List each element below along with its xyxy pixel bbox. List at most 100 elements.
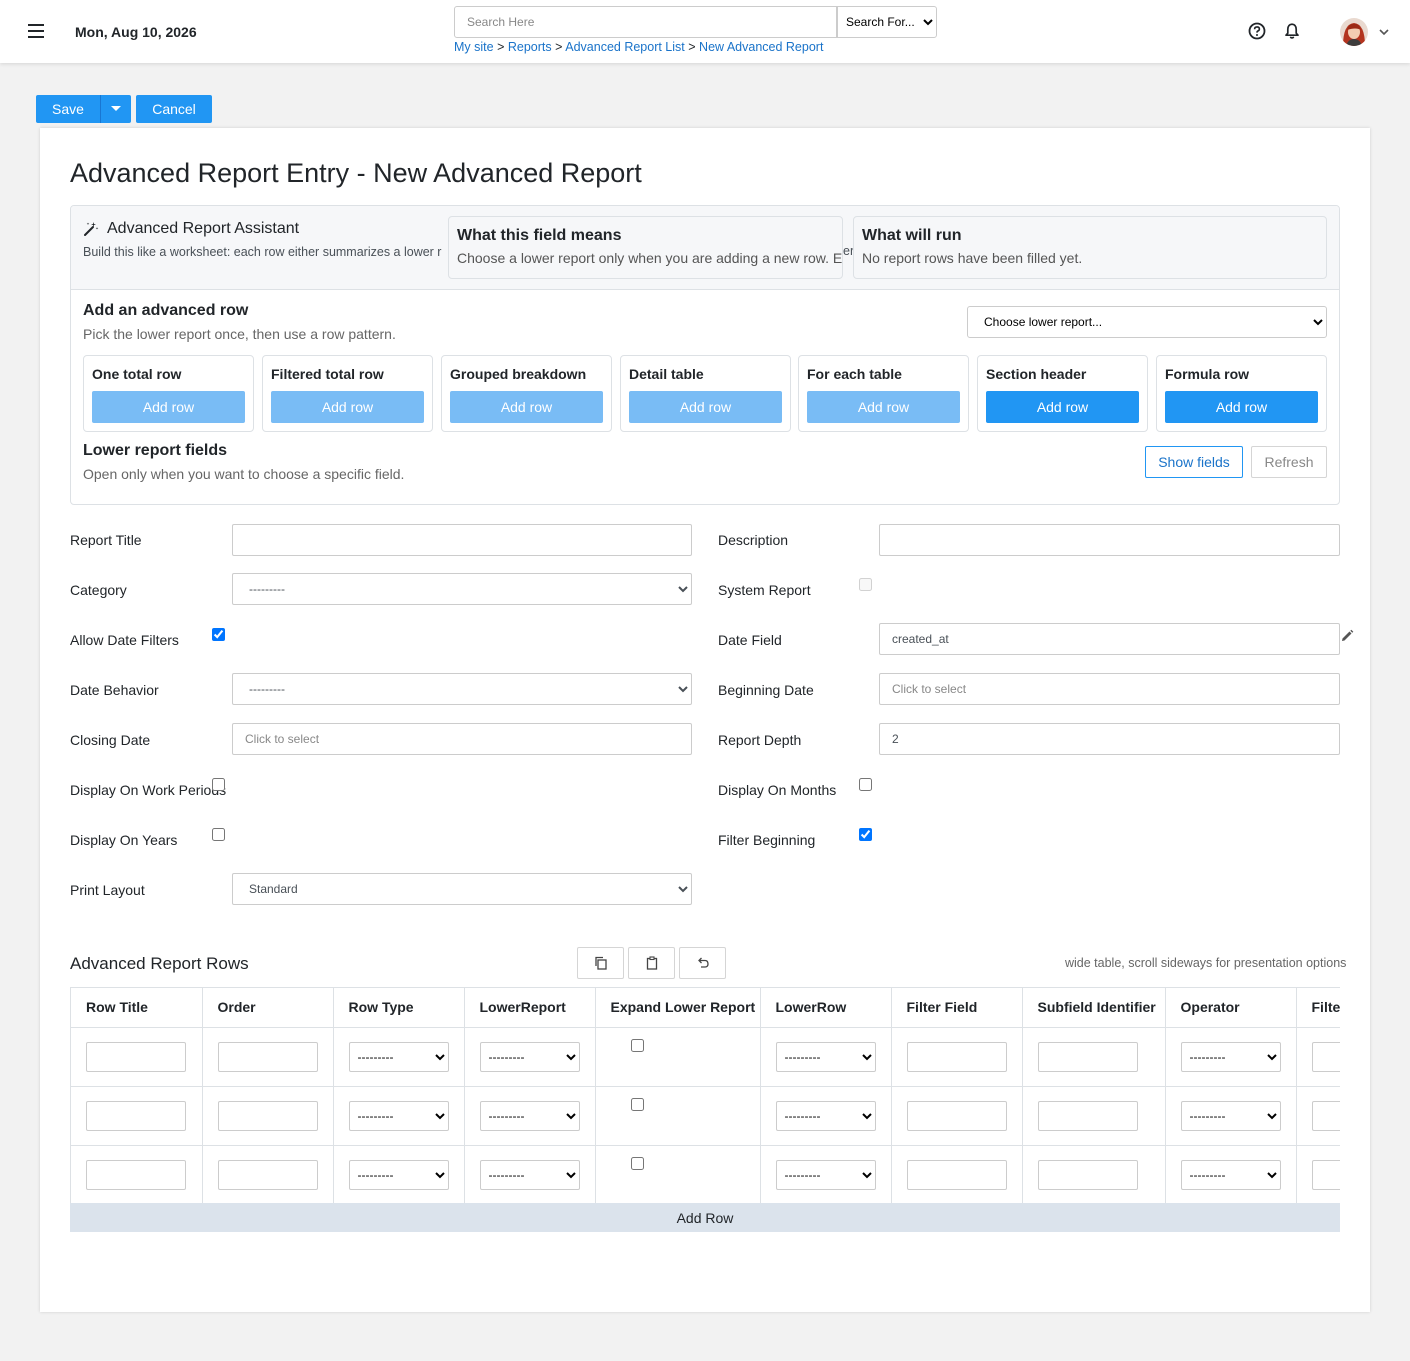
beginning-date-label: Beginning Date (718, 682, 814, 698)
order-input[interactable] (217, 1041, 318, 1072)
clipboard-icon (646, 956, 657, 970)
operator-select[interactable]: --------- (1180, 1041, 1281, 1072)
pattern-for-each-table: For each table Add row (798, 355, 969, 432)
lower-report-select[interactable]: --------- (479, 1100, 580, 1131)
paste-button[interactable] (628, 947, 675, 979)
save-button[interactable]: Save (36, 95, 100, 123)
order-input[interactable] (217, 1100, 318, 1131)
row-type-select[interactable]: --------- (348, 1100, 449, 1131)
report-title-input[interactable] (232, 524, 692, 556)
pattern-detail-table: Detail table Add row (620, 355, 791, 432)
rows-table-scroll[interactable]: Row Title Order Row Type LowerReport Exp… (70, 987, 1340, 1204)
expand-lower-report-checkbox[interactable] (630, 1038, 644, 1052)
column-header-operator: Operator (1165, 988, 1297, 1028)
breadcrumb-advanced-report-list[interactable]: Advanced Report List (565, 40, 685, 54)
print-layout-select[interactable]: Standard (232, 873, 692, 905)
row-title-input[interactable] (86, 1100, 186, 1131)
subfield-identifier-input[interactable] (1037, 1100, 1138, 1131)
filter-input[interactable] (1311, 1159, 1340, 1190)
breadcrumb-new-advanced-report[interactable]: New Advanced Report (699, 40, 823, 54)
save-options-button[interactable] (100, 95, 131, 123)
breadcrumb: My site > Reports > Advanced Report List… (454, 40, 824, 54)
add-row-button[interactable]: Add Row (70, 1203, 1340, 1232)
display-months-checkbox[interactable] (859, 778, 872, 791)
avatar[interactable] (1340, 18, 1368, 46)
description-label: Description (718, 532, 789, 548)
lower-report-select[interactable]: --------- (479, 1041, 580, 1072)
pattern-filtered-total-row: Filtered total row Add row (262, 355, 433, 432)
column-header-lower-report: LowerReport (464, 988, 596, 1028)
copy-button[interactable] (577, 947, 624, 979)
allow-date-filters-checkbox[interactable] (212, 628, 225, 641)
closing-date-input[interactable] (232, 723, 692, 755)
order-input[interactable] (217, 1159, 318, 1190)
filter-field-input[interactable] (906, 1159, 1007, 1190)
pencil-icon[interactable] (1340, 629, 1354, 643)
filter-field-input[interactable] (906, 1100, 1007, 1131)
table-row: --------- --------- --------- --------- (71, 1027, 1340, 1087)
breadcrumb-reports[interactable]: Reports (508, 40, 552, 54)
show-fields-button[interactable]: Show fields (1145, 446, 1243, 478)
report-depth-input[interactable] (879, 723, 1340, 755)
filter-input[interactable] (1311, 1041, 1340, 1072)
subfield-identifier-input[interactable] (1037, 1159, 1138, 1190)
breadcrumb-my-site[interactable]: My site (454, 40, 494, 54)
add-advanced-row-description: Pick the lower report once, then use a r… (83, 326, 396, 342)
undo-button[interactable] (679, 947, 726, 979)
advanced-report-rows-table: Row Title Order Row Type LowerReport Exp… (71, 988, 1340, 1204)
field-meaning-text: Choose a lower report only when you are … (457, 250, 843, 266)
filter-field-input[interactable] (906, 1041, 1007, 1072)
add-detail-table-button[interactable]: Add row (629, 391, 782, 423)
date-field-input[interactable] (879, 623, 1340, 655)
row-type-select[interactable]: --------- (348, 1159, 449, 1190)
lower-report-select[interactable]: --------- (479, 1159, 580, 1190)
category-select[interactable]: --------- (232, 573, 692, 605)
search-input[interactable] (454, 6, 837, 38)
beginning-date-input[interactable] (879, 673, 1340, 705)
operator-select[interactable]: --------- (1180, 1100, 1281, 1131)
field-meaning-title: What this field means (457, 227, 622, 244)
subfield-identifier-input[interactable] (1037, 1041, 1138, 1072)
rows-table-hint: wide table, scroll sideways for presenta… (1065, 956, 1347, 970)
pattern-title: One total row (92, 366, 182, 382)
row-title-input[interactable] (86, 1041, 186, 1072)
lower-row-select[interactable]: --------- (775, 1100, 876, 1131)
filter-beginning-checkbox[interactable] (859, 828, 872, 841)
add-one-total-row-button[interactable]: Add row (92, 391, 245, 423)
cancel-button[interactable]: Cancel (136, 95, 212, 123)
add-filtered-total-row-button[interactable]: Add row (271, 391, 424, 423)
chevron-down-icon[interactable] (1378, 27, 1390, 37)
row-title-input[interactable] (86, 1159, 186, 1190)
report-title-label: Report Title (70, 532, 142, 548)
lower-row-select[interactable]: --------- (775, 1041, 876, 1072)
what-will-run-title: What will run (862, 227, 962, 244)
add-for-each-table-button[interactable]: Add row (807, 391, 960, 423)
system-report-checkbox[interactable] (859, 578, 872, 591)
expand-lower-report-checkbox[interactable] (630, 1097, 644, 1111)
row-type-select[interactable]: --------- (348, 1041, 449, 1072)
add-formula-row-button[interactable]: Add row (1165, 391, 1318, 423)
filter-input[interactable] (1311, 1100, 1340, 1131)
menu-icon[interactable] (28, 24, 44, 38)
lower-row-select[interactable]: --------- (775, 1159, 876, 1190)
pattern-one-total-row: One total row Add row (83, 355, 254, 432)
date-behavior-select[interactable]: --------- (232, 673, 692, 705)
description-input[interactable] (879, 524, 1340, 556)
display-years-checkbox[interactable] (212, 828, 225, 841)
bell-icon[interactable] (1283, 22, 1301, 40)
refresh-button[interactable]: Refresh (1251, 446, 1327, 478)
add-section-header-button[interactable]: Add row (986, 391, 1139, 423)
display-work-periods-checkbox[interactable] (212, 778, 225, 791)
expand-lower-report-checkbox[interactable] (630, 1156, 644, 1170)
operator-select[interactable]: --------- (1180, 1159, 1281, 1190)
allow-date-filters-label: Allow Date Filters (70, 632, 179, 648)
undo-icon (697, 957, 709, 968)
add-grouped-breakdown-button[interactable]: Add row (450, 391, 603, 423)
date-field-label: Date Field (718, 632, 782, 648)
help-icon[interactable] (1248, 22, 1266, 40)
pattern-title: Filtered total row (271, 366, 384, 382)
search-type-select[interactable]: Search For... (837, 6, 937, 38)
assistant-header: Advanced Report Assistant Build this lik… (71, 206, 1339, 290)
pattern-title: Formula row (1165, 366, 1250, 382)
lower-report-select[interactable]: Choose lower report... (967, 306, 1327, 338)
